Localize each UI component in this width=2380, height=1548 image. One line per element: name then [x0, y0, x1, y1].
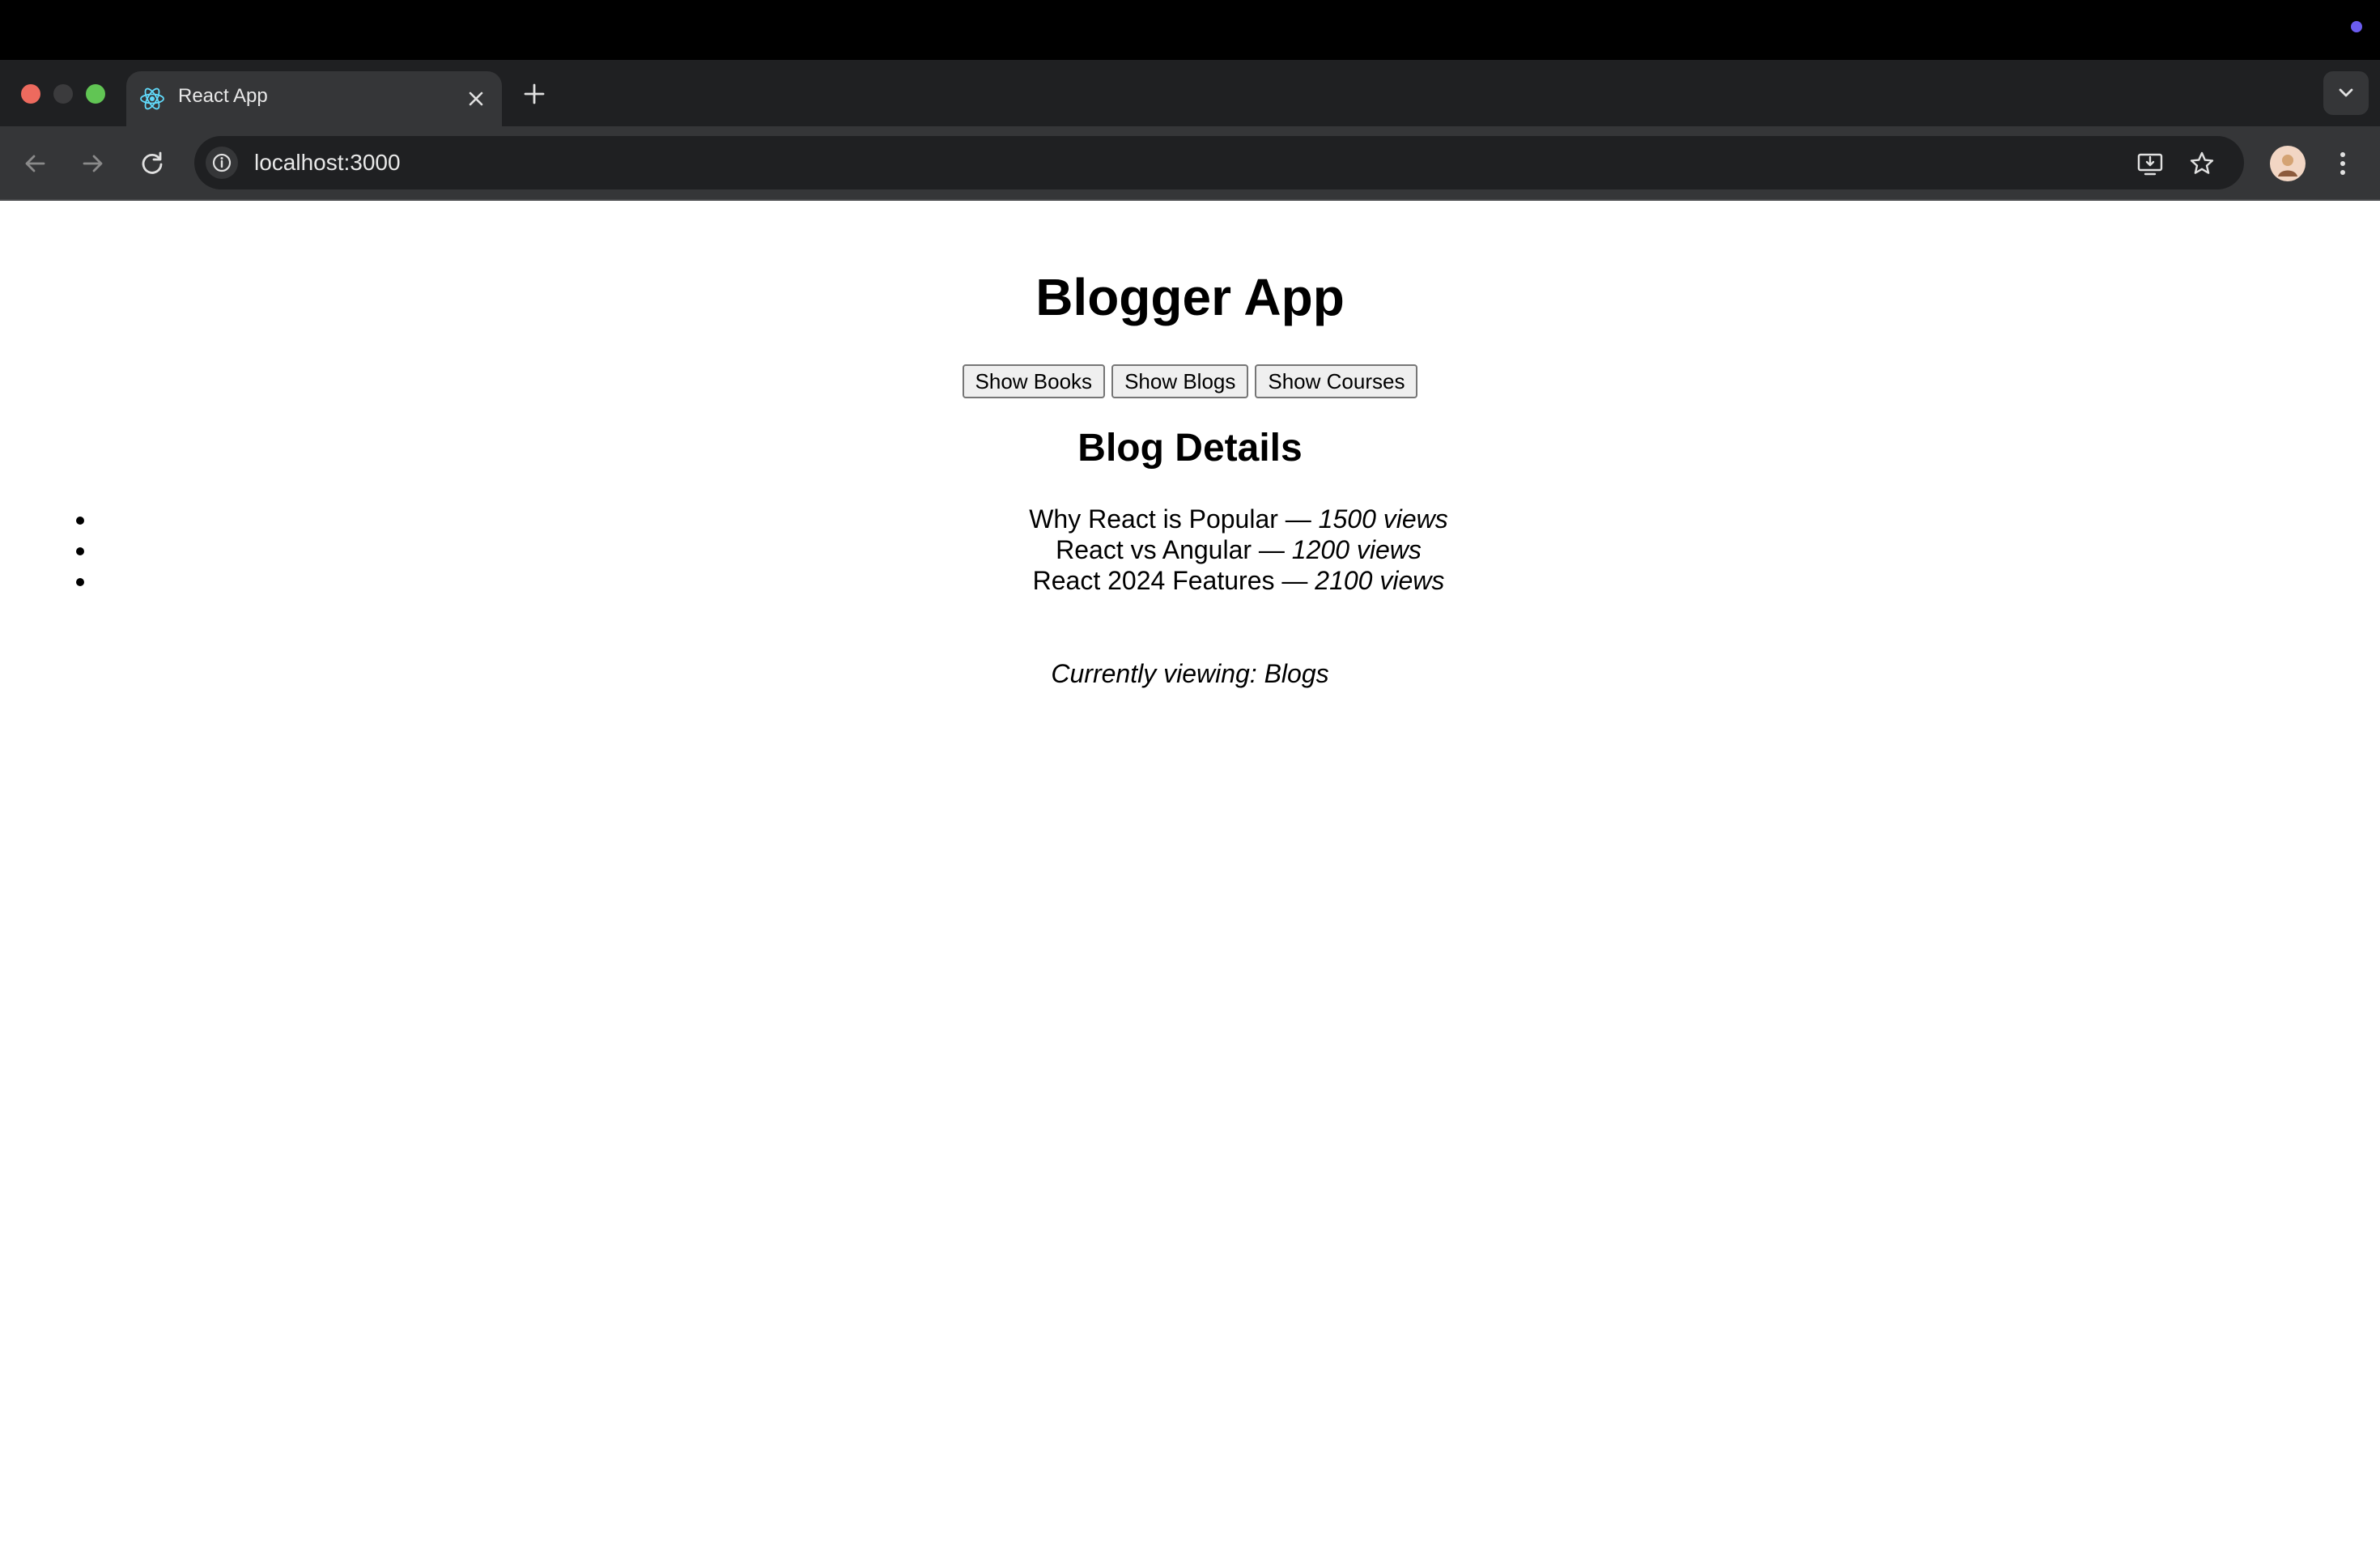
show-blogs-button[interactable]: Show Blogs	[1111, 364, 1249, 398]
tab-search-button[interactable]	[2323, 71, 2369, 115]
current-view-status: Currently viewing: Blogs	[1051, 659, 1329, 688]
blog-title: React 2024 Features	[1032, 566, 1275, 595]
section-title: Blog Details	[1077, 427, 1303, 470]
os-menu-bar	[0, 0, 2380, 60]
url-text: localhost:3000	[254, 150, 401, 175]
kebab-menu-icon[interactable]	[2325, 146, 2361, 181]
arrow-right-icon[interactable]	[74, 146, 110, 181]
show-books-button[interactable]: Show Books	[962, 364, 1106, 398]
show-courses-button[interactable]: Show Courses	[1255, 364, 1418, 398]
blog-title: React vs Angular	[1056, 535, 1252, 564]
profile-avatar-icon	[2278, 155, 2297, 176]
blog-views: 1200 views	[1291, 535, 1422, 564]
blog-title: Why React is Popular	[1029, 504, 1278, 534]
blog-separator: —	[1285, 504, 1311, 534]
reload-icon[interactable]	[134, 146, 170, 181]
window-minimize-button[interactable]	[53, 84, 73, 104]
window-close-button[interactable]	[21, 84, 40, 104]
page-title: Blogger App	[1035, 268, 1345, 326]
list-item: React vs Angular — 1200 views	[97, 534, 2380, 565]
chevron-down-icon	[2339, 88, 2353, 97]
install-app-icon[interactable]	[2134, 147, 2166, 180]
window-maximize-button[interactable]	[86, 84, 105, 104]
blog-views: 2100 views	[1315, 566, 1445, 595]
list-item: Why React is Popular — 1500 views	[97, 504, 2380, 534]
list-item: React 2024 Features — 2100 views	[97, 565, 2380, 596]
blog-list: Why React is Popular — 1500 views React …	[0, 504, 2380, 596]
blog-separator: —	[1281, 566, 1308, 595]
site-info-button[interactable]	[206, 147, 238, 179]
avatar[interactable]	[2270, 146, 2306, 181]
address-bar[interactable]: localhost:3000	[194, 136, 2244, 189]
blog-separator: —	[1258, 535, 1285, 564]
react-logo-icon	[140, 87, 164, 110]
browser-tabstrip: React App	[0, 60, 2380, 126]
blog-views: 1500 views	[1318, 504, 1448, 534]
page-content: Blogger App Show Books Show Blogs Show C…	[0, 201, 2380, 1548]
status-indicator-dot	[2351, 21, 2362, 32]
browser-toolbar: localhost:3000	[0, 126, 2380, 201]
star-icon[interactable]	[2186, 147, 2218, 180]
view-toggle-buttons: Show Books Show Blogs Show Courses	[0, 364, 2380, 398]
plus-icon[interactable]	[518, 78, 550, 110]
tab-title: React App	[178, 85, 268, 107]
close-icon[interactable]	[463, 86, 489, 112]
info-icon	[212, 153, 232, 172]
arrow-left-icon[interactable]	[18, 146, 53, 181]
browser-tab-active[interactable]: React App	[126, 71, 502, 126]
